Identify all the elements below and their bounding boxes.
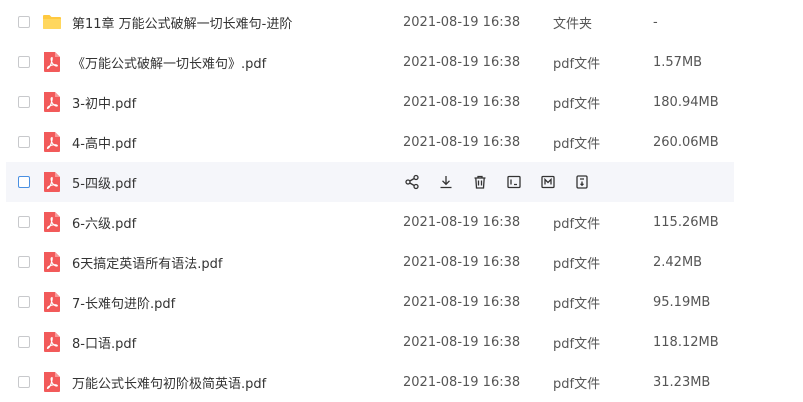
file-date: 2021-08-19 16:38: [403, 254, 521, 270]
delete-icon[interactable]: [472, 174, 488, 190]
row-checkbox[interactable]: [18, 376, 30, 388]
file-type: pdf文件: [553, 96, 601, 112]
pdf-icon: [42, 172, 62, 192]
file-row[interactable]: 4-高中.pdf 2021-08-19 16:38 pdf文件 260.06MB: [6, 122, 734, 162]
file-row[interactable]: 7-长难句进阶.pdf 2021-08-19 16:38 pdf文件 95.19…: [6, 282, 734, 322]
file-type: pdf文件: [553, 376, 601, 392]
pdf-icon: [42, 212, 62, 232]
file-row[interactable]: 第11章 万能公式破解一切长难句-进阶 2021-08-19 16:38 文件夹…: [6, 2, 734, 42]
rename-icon[interactable]: [506, 174, 522, 190]
file-name[interactable]: 4-高中.pdf: [72, 133, 136, 152]
row-checkbox[interactable]: [18, 176, 30, 188]
file-row[interactable]: 3-初中.pdf 2021-08-19 16:38 pdf文件 180.94MB: [6, 82, 734, 122]
row-checkbox[interactable]: [18, 16, 30, 28]
file-size: 260.06MB: [653, 134, 719, 150]
move-icon[interactable]: [540, 174, 556, 190]
file-date: 2021-08-19 16:38: [403, 214, 521, 230]
file-name[interactable]: 8-口语.pdf: [72, 333, 136, 352]
file-type: pdf文件: [553, 256, 601, 272]
file-size: 115.26MB: [653, 214, 719, 230]
file-size: 180.94MB: [653, 94, 719, 110]
file-type: pdf文件: [553, 216, 601, 232]
pdf-icon: [42, 92, 62, 112]
more-icon[interactable]: [574, 174, 590, 190]
pdf-icon: [42, 372, 62, 392]
file-row[interactable]: 6天搞定英语所有语法.pdf 2021-08-19 16:38 pdf文件 2.…: [6, 242, 734, 282]
row-checkbox[interactable]: [18, 136, 30, 148]
file-name[interactable]: 5-四级.pdf: [72, 173, 136, 192]
file-name[interactable]: 6-六级.pdf: [72, 213, 136, 232]
pdf-icon: [42, 252, 62, 272]
file-date: 2021-08-19 16:38: [403, 334, 521, 350]
pdf-icon: [42, 332, 62, 352]
file-date: 2021-08-19 16:38: [403, 14, 521, 30]
file-date: 2021-08-19 16:38: [403, 294, 521, 310]
folder-icon: [42, 12, 62, 32]
row-checkbox[interactable]: [18, 256, 30, 268]
file-type: pdf文件: [553, 296, 601, 312]
file-date: 2021-08-19 16:38: [403, 374, 521, 390]
pdf-icon: [42, 132, 62, 152]
file-row-hovered[interactable]: 5-四级.pdf: [6, 162, 734, 202]
row-checkbox[interactable]: [18, 96, 30, 108]
file-size: 1.57MB: [653, 54, 703, 70]
file-date: 2021-08-19 16:38: [403, 94, 521, 110]
file-date: 2021-08-19 16:38: [403, 54, 521, 70]
file-type: pdf文件: [553, 336, 601, 352]
file-name[interactable]: 《万能公式破解一切长难句》.pdf: [72, 53, 266, 72]
file-name[interactable]: 万能公式长难句初阶极简英语.pdf: [72, 373, 266, 392]
file-row[interactable]: 《万能公式破解一切长难句》.pdf 2021-08-19 16:38 pdf文件…: [6, 42, 734, 82]
file-row[interactable]: 6-六级.pdf 2021-08-19 16:38 pdf文件 115.26MB: [6, 202, 734, 242]
download-icon[interactable]: [438, 174, 454, 190]
file-name[interactable]: 3-初中.pdf: [72, 93, 136, 112]
pdf-icon: [42, 292, 62, 312]
file-name[interactable]: 6天搞定英语所有语法.pdf: [72, 253, 222, 272]
file-size: 31.23MB: [653, 374, 711, 390]
file-size: 2.42MB: [653, 254, 703, 270]
file-name[interactable]: 7-长难句进阶.pdf: [72, 293, 175, 312]
row-checkbox[interactable]: [18, 56, 30, 68]
file-row[interactable]: 8-口语.pdf 2021-08-19 16:38 pdf文件 118.12MB: [6, 322, 734, 362]
file-size: 118.12MB: [653, 334, 719, 350]
row-checkbox[interactable]: [18, 336, 30, 348]
file-row[interactable]: 万能公式长难句初阶极简英语.pdf 2021-08-19 16:38 pdf文件…: [6, 362, 734, 402]
file-size: 95.19MB: [653, 294, 711, 310]
row-checkbox[interactable]: [18, 216, 30, 228]
file-type: pdf文件: [553, 56, 601, 72]
share-icon[interactable]: [404, 174, 420, 190]
file-name[interactable]: 第11章 万能公式破解一切长难句-进阶: [72, 13, 292, 32]
pdf-icon: [42, 52, 62, 72]
file-date: 2021-08-19 16:38: [403, 134, 521, 150]
row-checkbox[interactable]: [18, 296, 30, 308]
file-type: pdf文件: [553, 136, 601, 152]
file-size: -: [653, 14, 658, 30]
file-type: 文件夹: [553, 16, 593, 32]
file-list: 第11章 万能公式破解一切长难句-进阶 2021-08-19 16:38 文件夹…: [0, 0, 803, 394]
